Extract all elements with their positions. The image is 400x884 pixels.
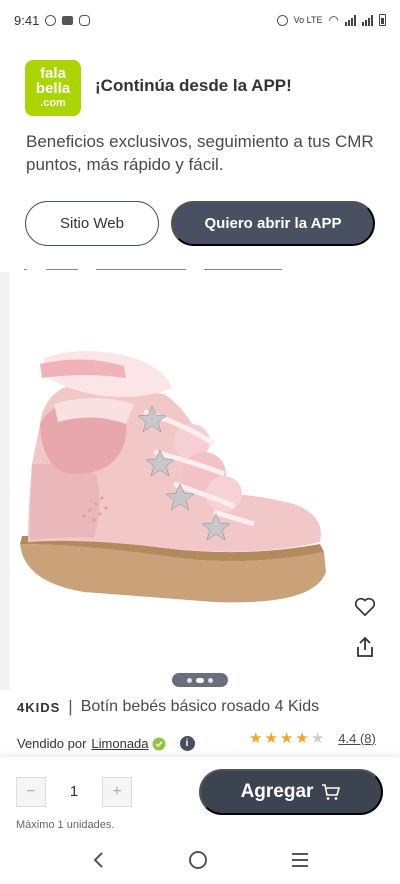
quantity-value: 1 <box>69 783 79 800</box>
signal-2-icon <box>362 14 373 26</box>
network-label: Vo LTE <box>293 15 323 25</box>
star-icon: ★ <box>249 730 263 747</box>
open-app-button[interactable]: Quiero abrir la APP <box>171 201 375 246</box>
product-image-gallery[interactable] <box>0 272 400 690</box>
star-icon: ★ <box>264 730 278 747</box>
product-rating[interactable]: ★ ★ ★ ★ ★ 4.4 (8) <box>249 729 376 747</box>
purchase-panel: − 1 + Máximo 1 unidades. Agregar <box>0 757 400 841</box>
add-to-cart-button[interactable]: Agregar <box>199 769 383 815</box>
web-site-button[interactable]: Sitio Web <box>25 201 159 246</box>
star-icon: ★ <box>279 730 294 747</box>
seller-link[interactable]: Limonada <box>91 736 148 751</box>
banner-text: Beneficios exclusivos, seguimiento a tus… <box>26 132 374 174</box>
status-bar: 9:41 Vo LTE ◠ <box>0 0 400 40</box>
quantity-increase-button[interactable]: + <box>102 777 132 807</box>
share-icon[interactable] <box>352 634 378 660</box>
system-nav-bar <box>0 841 400 884</box>
pager-dot[interactable] <box>187 677 192 683</box>
back-icon[interactable] <box>91 851 105 874</box>
quantity-decrease-button[interactable]: − <box>16 777 46 807</box>
heart-icon[interactable] <box>352 594 378 620</box>
rating-count-link[interactable]: 4.4 (8) <box>338 731 376 746</box>
product-name: Botín bebés básico rosado 4 Kids <box>80 698 320 715</box>
seller-prefix: Vendido por <box>17 736 87 751</box>
pager-dot-active[interactable] <box>196 677 204 683</box>
alarm-icon <box>276 14 288 26</box>
cloud-icon <box>79 14 91 26</box>
star-empty-icon: ★ <box>310 730 325 747</box>
home-icon[interactable] <box>188 850 208 875</box>
add-to-cart-label: Agregar <box>240 781 314 802</box>
brand-name[interactable]: 4KIDS <box>17 700 60 715</box>
seller-info: Vendido por Limonada i <box>17 736 195 751</box>
cart-icon <box>322 784 341 800</box>
info-icon[interactable]: i <box>179 736 195 751</box>
product-title: 4KIDS | Botín bebés básico rosado 4 Kids <box>17 697 319 717</box>
product-image <box>20 351 326 603</box>
verified-icon <box>152 737 166 750</box>
banner-title: ¡Continúa desde la APP! <box>95 76 292 95</box>
wifi-icon: ◠ <box>328 13 339 27</box>
title-separator: | <box>68 697 73 716</box>
gallery-edge <box>0 272 10 690</box>
clock: 9:41 <box>14 12 40 28</box>
battery-icon <box>379 14 386 26</box>
notification-icon <box>62 15 74 25</box>
whatsapp-icon <box>45 14 57 26</box>
image-pager[interactable] <box>172 673 228 687</box>
star-icon: ★ <box>295 730 309 747</box>
signal-icon <box>345 14 356 26</box>
max-units-text: Máximo 1 unidades. <box>16 819 115 831</box>
app-banner: fala bella .com ¡Continúa desde la APP! … <box>0 40 400 268</box>
falabella-logo: fala bella .com <box>25 60 81 116</box>
pager-dot[interactable] <box>208 677 213 683</box>
menu-icon[interactable] <box>291 852 309 873</box>
